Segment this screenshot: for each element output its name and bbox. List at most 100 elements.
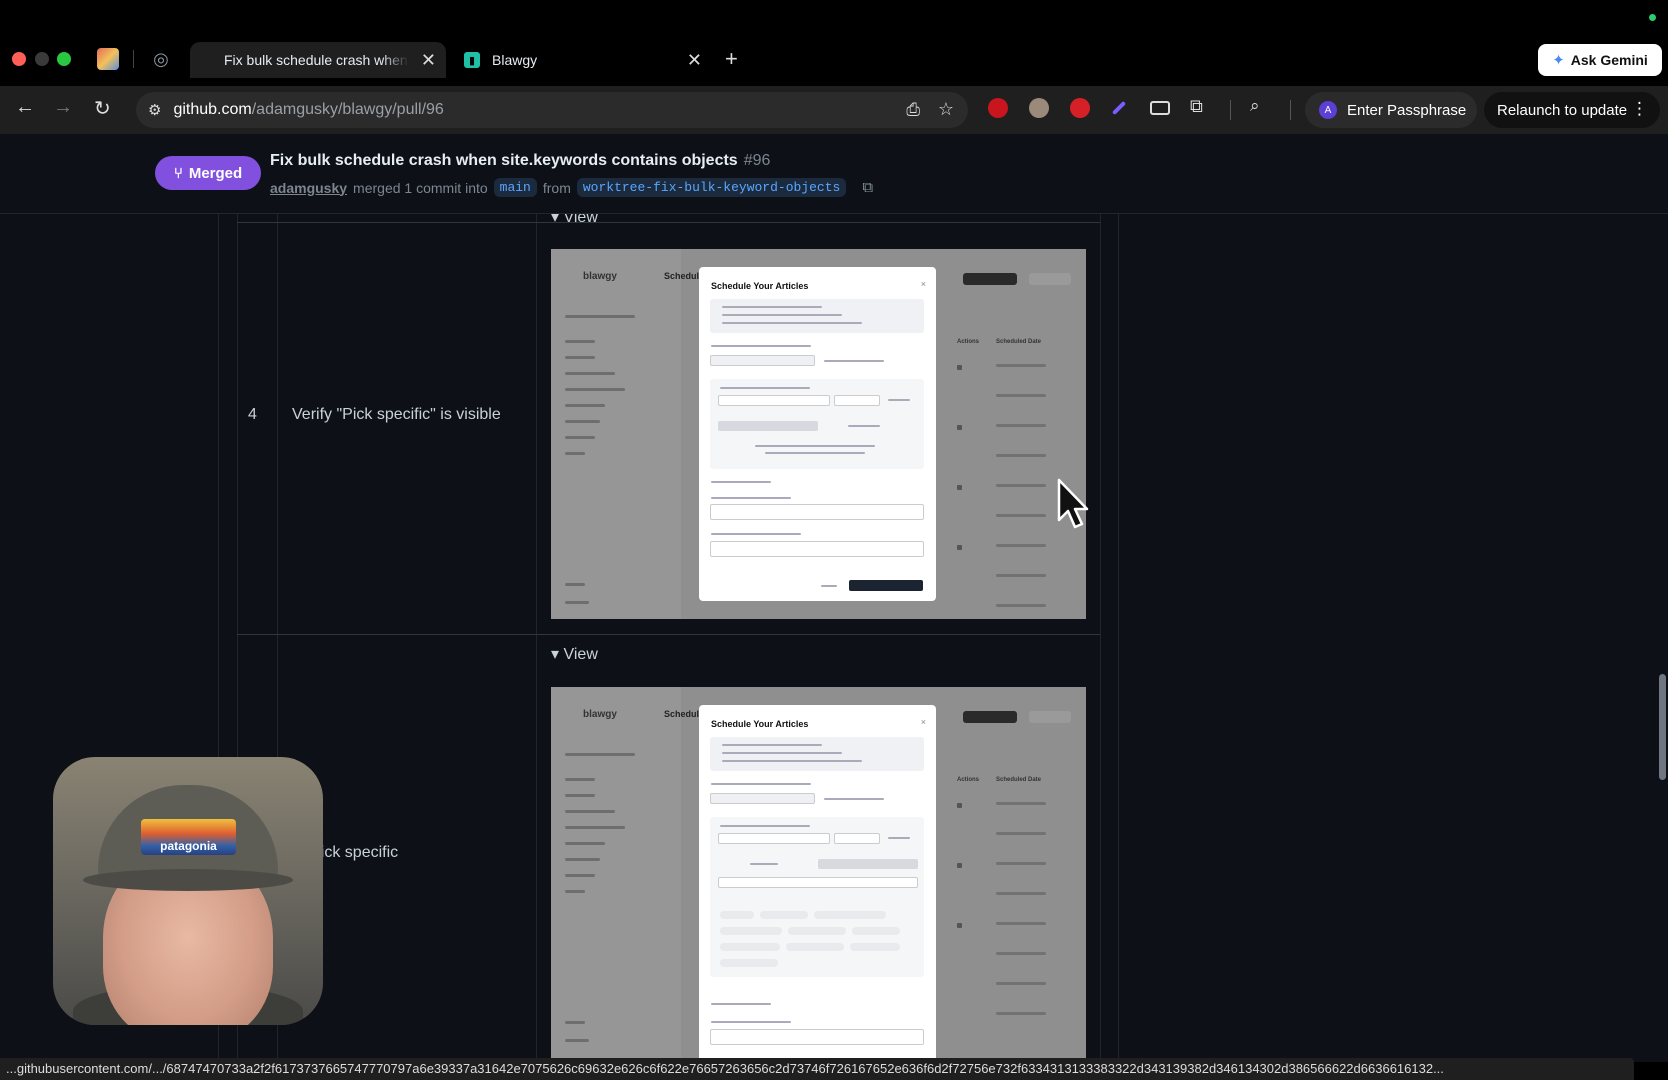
mock-keyword-chip — [760, 911, 808, 919]
new-tab-button[interactable]: + — [725, 46, 738, 72]
mock-modal: Schedule Your Articles × — [699, 267, 936, 601]
extension-pen-icon[interactable] — [1111, 100, 1127, 116]
git-merge-icon: ⑂ — [173, 164, 183, 182]
mock-nav — [565, 794, 595, 797]
pinned-tab-github-icon[interactable]: ◎ — [150, 48, 172, 70]
mock-nav — [565, 858, 600, 861]
mock-row — [996, 544, 1046, 547]
view-toggle[interactable]: ▾ View — [551, 644, 598, 664]
webcam-cap-logo: patagonia — [141, 819, 236, 855]
mock-text-line — [711, 533, 801, 535]
from-text: from — [542, 179, 571, 196]
extension-avatar-icon[interactable] — [1029, 98, 1049, 118]
mock-text-line — [888, 837, 910, 839]
enter-passphrase-button[interactable]: A Enter Passphrase — [1305, 92, 1477, 128]
pr-author-link[interactable]: adamgusky — [270, 180, 347, 196]
gemini-sparkle-icon: ✦ — [1552, 52, 1565, 69]
pr-sticky-header: ⑂ Merged Fix bulk schedule crash when si… — [0, 134, 1668, 214]
extension-red-icon[interactable] — [988, 98, 1008, 118]
table-border — [536, 214, 537, 1062]
mock-text-line — [722, 744, 822, 746]
relaunch-button[interactable]: Relaunch to update ⋮ — [1484, 92, 1660, 128]
mock-info-box — [710, 737, 924, 771]
extensions-puzzle-icon[interactable]: ⧉ — [1190, 96, 1203, 117]
install-app-icon[interactable]: ⎙ — [906, 100, 920, 120]
pr-number: #96 — [743, 152, 771, 169]
ask-gemini-button[interactable]: ✦ Ask Gemini — [1538, 44, 1662, 76]
tab-close-icon[interactable]: ✕ — [421, 50, 436, 71]
mock-close-icon: × — [920, 279, 926, 289]
mock-keyword-box — [710, 379, 924, 469]
window-close-button[interactable] — [12, 52, 26, 66]
back-arrow-icon[interactable]: ← — [15, 96, 35, 119]
mock-text-line — [750, 863, 778, 865]
tab-divider — [133, 50, 134, 68]
mock-text-line — [722, 314, 842, 316]
mock-nav — [565, 874, 595, 877]
step-screenshot[interactable]: blawgy Schedule Actions Scheduled Date S… — [551, 249, 1086, 619]
window-minimize-button[interactable] — [35, 52, 49, 66]
mock-col-scheduled: Scheduled Date — [996, 777, 1042, 783]
pr-meta: adamgusky merged 1 commit into main from… — [270, 178, 873, 197]
mock-keyword-chip — [850, 943, 900, 951]
mock-nav — [565, 436, 595, 439]
tab-search-icon[interactable]: ⌕ — [1250, 96, 1260, 116]
tab-close-icon[interactable]: ✕ — [687, 50, 702, 71]
mock-sidebar — [551, 249, 681, 619]
mock-col-scheduled: Scheduled Date — [996, 339, 1042, 345]
pinned-tab-gallery-icon[interactable] — [97, 48, 119, 70]
forward-arrow-icon[interactable]: → — [53, 96, 73, 119]
mock-text-line — [711, 481, 771, 483]
mock-text-line — [722, 322, 862, 324]
mock-text-line — [824, 360, 884, 362]
head-branch[interactable]: worktree-fix-bulk-keyword-objects — [576, 178, 847, 197]
step-description: Verify "Pick specific" is visible — [292, 406, 501, 423]
mouse-cursor-icon — [1057, 478, 1089, 529]
mock-row — [996, 454, 1046, 457]
address-bar[interactable]: ⚙ github.com/adamgusky/blawgy/pull/96 ⎙ … — [136, 92, 968, 128]
pr-title: Fix bulk schedule crash when site.keywor… — [270, 152, 770, 170]
webcam-overlay: patagonia — [53, 757, 323, 1025]
mock-articles-select — [710, 541, 924, 557]
mock-nav — [565, 452, 585, 455]
copy-icon[interactable]: ⧉ — [862, 179, 873, 196]
tab-blawgy[interactable]: ▮ Blawgy ✕ — [462, 42, 712, 78]
window-zoom-button[interactable] — [57, 52, 71, 66]
mock-edit-icon — [957, 545, 962, 550]
mock-close-icon: × — [920, 717, 926, 727]
mock-col-actions: Actions — [957, 339, 980, 345]
extension-cast-icon[interactable] — [1150, 101, 1170, 115]
mock-modal-title: Schedule Your Articles — [711, 719, 809, 729]
mock-text-line — [755, 445, 875, 447]
tab-active[interactable]: Fix bulk schedule crash when site.keywor… — [190, 42, 446, 78]
extension-hand-icon[interactable] — [1070, 98, 1090, 118]
step-number: 4 — [248, 406, 257, 423]
mock-text-line — [711, 1021, 791, 1023]
mock-keyword-chip — [720, 911, 754, 919]
mock-modal: Schedule Your Articles × — [699, 705, 936, 1062]
mock-text-line — [720, 825, 810, 827]
mock-edit-icon — [957, 923, 962, 928]
step-screenshot[interactable]: blawgy Schedule Actions Scheduled Date S… — [551, 687, 1086, 1062]
site-info-icon[interactable]: ⚙ — [148, 101, 161, 119]
ask-gemini-label: Ask Gemini — [1570, 52, 1648, 68]
mock-row — [996, 802, 1046, 805]
merged-badge: ⑂ Merged — [155, 156, 261, 190]
mock-logo: blawgy — [583, 271, 617, 282]
mock-text-line — [722, 760, 862, 762]
mock-input — [718, 395, 830, 406]
tab-title: Blawgy — [492, 52, 538, 68]
page-scrollbar[interactable] — [1659, 674, 1666, 780]
mock-bulk-button — [963, 273, 1017, 285]
mock-select — [834, 395, 880, 406]
mock-nav — [565, 340, 595, 343]
row-divider — [237, 222, 1100, 223]
reload-icon[interactable]: ↻ — [94, 96, 111, 121]
base-branch[interactable]: main — [493, 178, 537, 197]
mock-row — [996, 484, 1046, 487]
kebab-menu-icon[interactable]: ⋮ — [1631, 99, 1648, 119]
mock-edit-icon — [957, 803, 962, 808]
mock-edit-icon — [957, 425, 962, 430]
mock-text-line — [888, 399, 910, 401]
bookmark-star-icon[interactable]: ☆ — [938, 99, 954, 120]
